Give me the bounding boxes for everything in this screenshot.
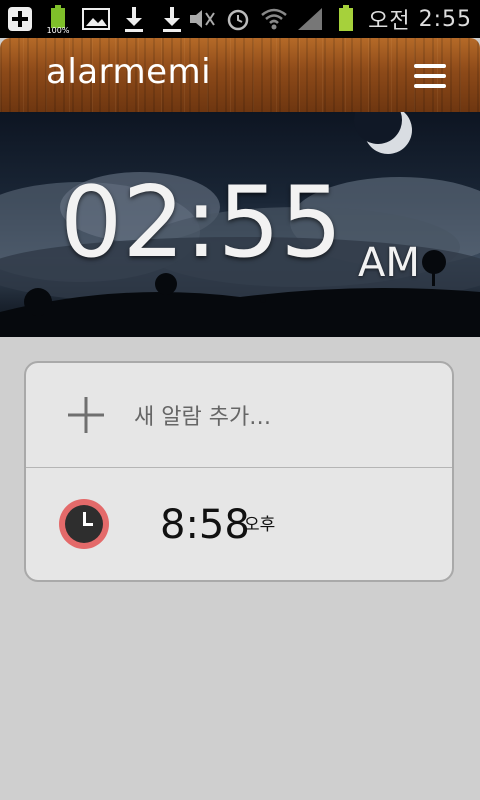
add-alarm-label: 새 알람 추가… — [134, 405, 272, 430]
alarm-ampm: 오후 — [244, 515, 276, 535]
battery-icon: 100% — [44, 5, 72, 35]
current-time: 02:55 — [60, 166, 343, 280]
status-bar-notifications: 100% — [6, 4, 186, 35]
add-icon — [6, 5, 34, 33]
wifi-icon — [260, 5, 288, 33]
night-sky-header: 02:55 AM — [0, 112, 480, 337]
image-icon — [82, 5, 110, 33]
plus-icon — [68, 397, 104, 433]
alarm-icon — [224, 5, 252, 33]
hamburger-menu-icon[interactable] — [414, 64, 446, 88]
clock-icon[interactable] — [58, 498, 110, 550]
app-header: alarmemi — [0, 38, 480, 112]
alarm-list-item[interactable]: 8:58 오후 — [26, 468, 452, 580]
add-alarm-button[interactable]: 새 알람 추가… — [26, 363, 452, 467]
download-icon — [120, 5, 148, 33]
current-time-ampm: AM — [358, 240, 420, 286]
battery-icon — [332, 5, 360, 33]
signal-icon — [296, 5, 324, 33]
status-bar: 100% 오전 2:55 — [0, 0, 480, 38]
battery-percent-label: 100% — [46, 26, 70, 35]
app-title: alarmemi — [46, 52, 212, 92]
alarm-list-card: 새 알람 추가… 8:58 오후 — [24, 361, 454, 582]
status-bar-time: 2:55 — [418, 6, 472, 32]
download-icon — [158, 5, 186, 33]
status-bar-ampm: 오전 — [368, 9, 411, 34]
silent-icon — [188, 5, 216, 33]
alarm-time: 8:58 — [160, 502, 250, 548]
status-bar-system: 오전 2:55 — [188, 4, 472, 34]
